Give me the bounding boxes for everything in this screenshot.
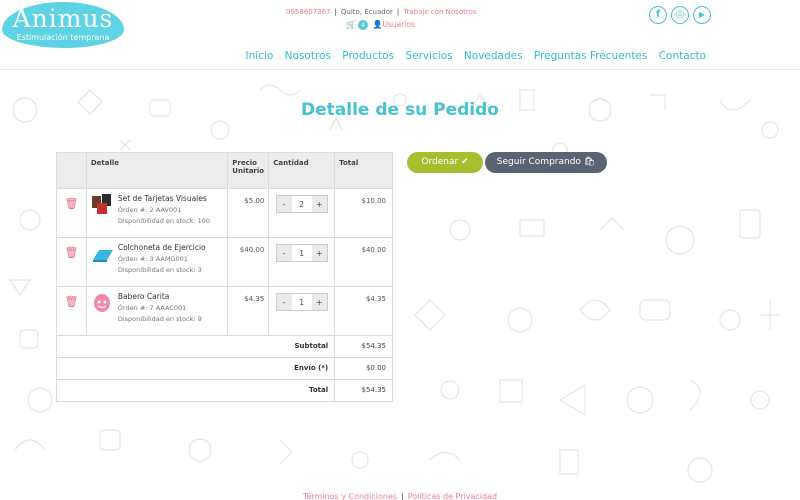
nav-item-novedades[interactable]: Novedades xyxy=(464,50,523,62)
increment-button[interactable]: + xyxy=(311,294,327,310)
separator: | xyxy=(401,492,404,500)
table-row: 🗑 Set de Tarjetas Visuales Órden #: 2 AA… xyxy=(56,188,393,238)
decrement-button[interactable]: - xyxy=(276,196,292,212)
trash-icon[interactable]: 🗑 xyxy=(64,197,78,210)
user-icon[interactable]: 👤 xyxy=(373,20,383,29)
shopping-cart-icon[interactable]: 🛒 xyxy=(346,20,356,29)
contact-line: 0958607367 | Quito, Ecuador | Trabaje con No… xyxy=(286,8,477,16)
product-stock: Disponibilidad en stock: 3 xyxy=(117,266,202,274)
total-value: $54.35 xyxy=(334,379,393,402)
brand-logo[interactable]: Animus Estimulación temprana xyxy=(2,2,124,48)
terms-link[interactable]: Términos y Condiciones xyxy=(303,492,397,500)
delete-cell: 🗑 xyxy=(56,188,87,238)
youtube-icon[interactable]: ▶ xyxy=(693,6,711,24)
shipping-value: $0.00 xyxy=(334,357,393,380)
main-nav: Inicio Nosotros Productos Servicios Nove… xyxy=(238,50,706,62)
header-empty xyxy=(56,152,87,189)
unit-price: $4.35 xyxy=(227,286,270,336)
quantity-stepper: - 1 + xyxy=(275,293,328,311)
nav-item-inicio[interactable]: Inicio xyxy=(246,50,274,62)
unit-price: $5.00 xyxy=(227,188,270,238)
header-unit-price: Precio Unitario xyxy=(227,152,270,189)
nav-item-preguntas-frecuentes[interactable]: Preguntas Frecuentes xyxy=(534,50,647,62)
table-row: 🗑 Babero Carita Órden #: 7 AAAC001 Dispo… xyxy=(56,286,393,336)
quantity-cell: - 1 + xyxy=(268,286,336,336)
privacy-link[interactable]: Políticas de Privacidad xyxy=(408,492,497,500)
quantity-input[interactable]: 1 xyxy=(291,294,312,310)
header-total: Total xyxy=(334,152,393,189)
header-detail: Detalle xyxy=(85,152,229,189)
product-cell: Colchoneta de Ejercicio Órden #: 3 AAMG0… xyxy=(85,237,229,287)
delete-cell: 🗑 xyxy=(56,286,87,336)
product-name[interactable]: Babero Carita xyxy=(118,291,202,303)
delete-cell: 🗑 xyxy=(56,237,87,287)
nav-item-productos[interactable]: Productos xyxy=(342,50,394,62)
unit-price: $40.00 xyxy=(227,237,270,287)
order-button[interactable]: Ordenar ✔ xyxy=(407,152,483,173)
product-cell: Set de Tarjetas Visuales Órden #: 2 AAV0… xyxy=(85,188,229,238)
decrement-button[interactable]: - xyxy=(276,245,292,261)
quantity-stepper: - 1 + xyxy=(275,244,328,262)
product-thumbnail-bib[interactable] xyxy=(91,291,113,313)
product-stock: Disponibilidad en stock: 100 xyxy=(117,217,211,225)
quantity-stepper: - 2 + xyxy=(275,195,328,213)
phone-number[interactable]: 0958607367 xyxy=(286,8,331,16)
shipping-row: Envío (*) $0.00 xyxy=(55,357,393,380)
quantity-cell: - 2 + xyxy=(268,188,336,238)
trash-icon[interactable]: 🗑 xyxy=(64,295,78,308)
product-order: Órden #: 2 AAV001 xyxy=(117,205,182,214)
facebook-icon[interactable]: f xyxy=(649,6,667,24)
shipping-label: Envío (*) xyxy=(55,357,336,380)
product-name[interactable]: Colchoneta de Ejercicio xyxy=(118,242,206,254)
footer-links: Términos y Condiciones | Políticas de Priv… xyxy=(0,492,800,500)
product-thumbnail-cards[interactable] xyxy=(91,193,113,215)
cart-count-badge[interactable]: 4 xyxy=(357,20,369,30)
subtotal-row: Subtotal $54.35 xyxy=(55,335,393,358)
separator: | xyxy=(334,8,337,16)
total-label: Total xyxy=(55,379,336,402)
table-row: 🗑 Colchoneta de Ejercicio Órden #: 3 AAM… xyxy=(56,237,393,287)
nav-item-nosotros[interactable]: Nosotros xyxy=(285,50,331,62)
product-order: Órden #: 7 AAAC001 xyxy=(117,303,187,312)
product-name[interactable]: Set de Tarjetas Visuales xyxy=(118,193,210,205)
separator: | xyxy=(396,8,400,16)
brand-tagline: Estimulación temprana xyxy=(16,33,110,42)
increment-button[interactable]: + xyxy=(311,196,327,212)
trash-icon[interactable]: 🗑 xyxy=(64,246,78,259)
line-total: $4.35 xyxy=(334,286,393,336)
brand-name: Animus xyxy=(12,4,114,33)
product-cell: Babero Carita Órden #: 7 AAAC001 Disponi… xyxy=(85,286,229,336)
subtotal-value: $54.35 xyxy=(334,335,393,358)
nav-item-contacto[interactable]: Contacto xyxy=(659,50,706,62)
order-table: Detalle Precio Unitario Cantidad Total 🗑… xyxy=(55,152,393,402)
header-quantity: Cantidad xyxy=(268,152,336,189)
quantity-input[interactable]: 1 xyxy=(291,245,312,261)
continue-shopping-button[interactable]: Seguir Comprando 🛍 xyxy=(485,152,607,173)
cart-line: 🛒 4 👤Usuarios xyxy=(346,20,415,30)
decrement-button[interactable]: - xyxy=(276,294,292,310)
jobs-link[interactable]: Trabaje con Nosotros xyxy=(403,8,476,16)
city-label: Quito, Ecuador xyxy=(340,8,393,16)
table-header-row: Detalle Precio Unitario Cantidad Total xyxy=(56,152,393,189)
site-header: Animus Estimulación temprana 0958607367 |… xyxy=(0,0,800,70)
page-title: Detalle de su Pedido xyxy=(301,100,499,120)
users-link[interactable]: Usuarios xyxy=(382,20,414,29)
product-thumbnail-mat[interactable] xyxy=(91,242,113,264)
instagram-icon[interactable]: ◎ xyxy=(671,6,689,24)
increment-button[interactable]: + xyxy=(311,245,327,261)
line-total: $40.00 xyxy=(334,237,393,287)
quantity-cell: - 1 + xyxy=(268,237,336,287)
line-total: $10.00 xyxy=(334,188,393,238)
total-row: Total $54.35 xyxy=(55,379,393,402)
quantity-input[interactable]: 2 xyxy=(291,196,312,212)
subtotal-label: Subtotal xyxy=(55,335,336,358)
nav-item-servicios[interactable]: Servicios xyxy=(405,50,452,62)
product-stock: Disponibilidad en stock: 9 xyxy=(117,315,202,323)
product-order: Órden #: 3 AAMG001 xyxy=(117,254,188,263)
